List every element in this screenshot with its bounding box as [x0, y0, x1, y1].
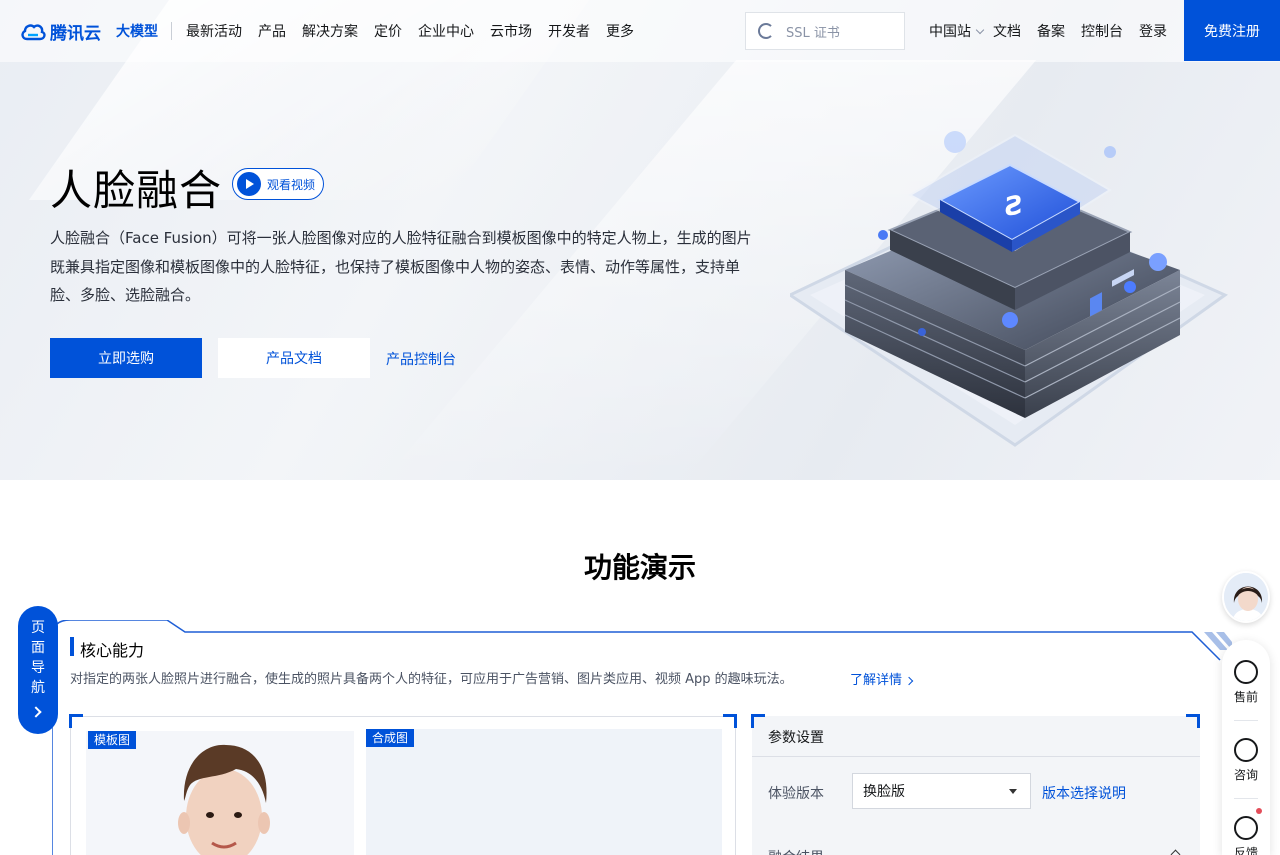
consult-button[interactable]: 咨询 — [1222, 738, 1270, 783]
support-side-panel: 售前 咨询 反馈 — [1222, 640, 1270, 855]
cloud-logo-icon — [21, 23, 46, 40]
main-nav-links: 最新活动 产品 解决方案 定价 企业中心 云市场 开发者 更多 — [186, 21, 650, 41]
nav-divider — [171, 22, 172, 40]
notification-dot — [1256, 808, 1262, 814]
hero-banner: 人脸融合 观看视频 人脸融合（Face Fusion）可将一张人脸图像对应的人脸… — [0, 0, 1280, 480]
buy-now-button[interactable]: 立即选购 — [50, 338, 202, 378]
product-console-link[interactable]: 产品控制台 — [386, 349, 456, 369]
side-divider — [1234, 798, 1258, 799]
product-docs-button[interactable]: 产品文档 — [218, 338, 370, 378]
panel-corner — [69, 714, 83, 728]
nav-right-links: 中国站 文档 备案 控制台 登录 — [929, 21, 1183, 41]
core-capability-description: 对指定的两张人脸照片进行融合，使生成的照片具备两个人的特征，可应用于广告营销、图… — [70, 672, 793, 687]
side-divider — [1234, 720, 1258, 721]
nav-item-solutions[interactable]: 解决方案 — [302, 21, 358, 41]
version-select[interactable]: 换脸版 — [852, 773, 1031, 809]
panel-corner — [723, 714, 737, 728]
logo-text: 腾讯云 — [50, 24, 101, 44]
feedback-button[interactable]: 反馈 — [1222, 816, 1270, 855]
page-navigation-button[interactable]: 页面导航 — [18, 606, 58, 734]
page-navigation-label: 页面导航 — [31, 620, 45, 696]
nav-item-products[interactable]: 产品 — [258, 21, 286, 41]
version-label: 体验版本 — [768, 786, 824, 802]
nav-item-developers[interactable]: 开发者 — [548, 21, 590, 41]
core-capability-title: 核心能力 — [80, 641, 145, 660]
presales-button[interactable]: 售前 — [1222, 660, 1270, 705]
feedback-label: 反馈 — [1233, 846, 1258, 855]
template-image-tag: 模板图 — [88, 731, 137, 749]
nav-item-marketplace[interactable]: 云市场 — [490, 21, 532, 41]
nav-item-docs[interactable]: 文档 — [993, 21, 1021, 41]
search-placeholder: SSL 证书 — [786, 25, 840, 41]
product-description: 人脸融合（Face Fusion）可将一张人脸图像对应的人脸特征融合到模板图像中… — [50, 229, 752, 304]
nav-item-pricing[interactable]: 定价 — [374, 21, 402, 41]
parameter-title: 参数设置 — [768, 730, 824, 746]
top-navigation: 腾讯云 大模型 最新活动 产品 解决方案 定价 企业中心 云市场 开发者 更多 … — [0, 0, 1280, 62]
page-title: 人脸融合 — [50, 166, 223, 215]
headset-icon — [1234, 660, 1258, 684]
site-selector[interactable]: 中国站 — [929, 21, 971, 41]
caret-down-icon — [1009, 789, 1017, 794]
template-image[interactable] — [86, 731, 354, 855]
nav-item-icp-filing[interactable]: 备案 — [1037, 21, 1065, 41]
search-input[interactable]: SSL 证书 — [745, 12, 905, 50]
chip-illustration: Ƨ — [790, 131, 1229, 447]
version-help-link[interactable]: 版本选择说明 — [1042, 783, 1126, 803]
chevron-down-icon[interactable] — [975, 25, 985, 34]
fusion-result-label: 融合结果 — [768, 847, 824, 855]
chevron-right-icon — [30, 706, 42, 718]
result-image-tag: 合成图 — [366, 729, 415, 747]
nav-item-more[interactable]: 更多 — [606, 21, 634, 41]
chat-icon — [1234, 738, 1258, 762]
version-select-value: 换脸版 — [863, 784, 905, 800]
svg-text:Ƨ: Ƨ — [1005, 190, 1024, 223]
nav-item-login[interactable]: 登录 — [1139, 21, 1167, 41]
smile-icon — [1234, 816, 1258, 840]
search-icon — [758, 23, 774, 39]
nav-item-latest-events[interactable]: 最新活动 — [186, 21, 242, 41]
nav-item-large-model[interactable]: 大模型 — [116, 21, 158, 41]
assistant-avatar[interactable] — [1222, 571, 1270, 623]
watch-video-button[interactable]: 观看视频 — [232, 168, 324, 200]
nav-item-console[interactable]: 控制台 — [1081, 21, 1123, 41]
template-face-photo — [86, 731, 354, 855]
chevron-right-icon — [904, 676, 914, 686]
section-title: 功能演示 — [583, 551, 696, 584]
nav-item-enterprise-center[interactable]: 企业中心 — [418, 21, 474, 41]
result-image — [366, 729, 722, 855]
play-icon — [237, 172, 261, 196]
learn-more-label: 了解详情 — [850, 673, 903, 688]
watch-video-label: 观看视频 — [267, 177, 316, 192]
assistant-portrait — [1224, 573, 1268, 621]
tencent-cloud-logo[interactable]: 腾讯云 — [20, 19, 101, 44]
consult-label: 咨询 — [1233, 768, 1258, 782]
core-title-marker — [70, 637, 74, 656]
free-register-button[interactable]: 免费注册 — [1184, 0, 1280, 61]
learn-more-link[interactable]: 了解详情 — [850, 669, 914, 688]
presales-label: 售前 — [1233, 690, 1258, 704]
